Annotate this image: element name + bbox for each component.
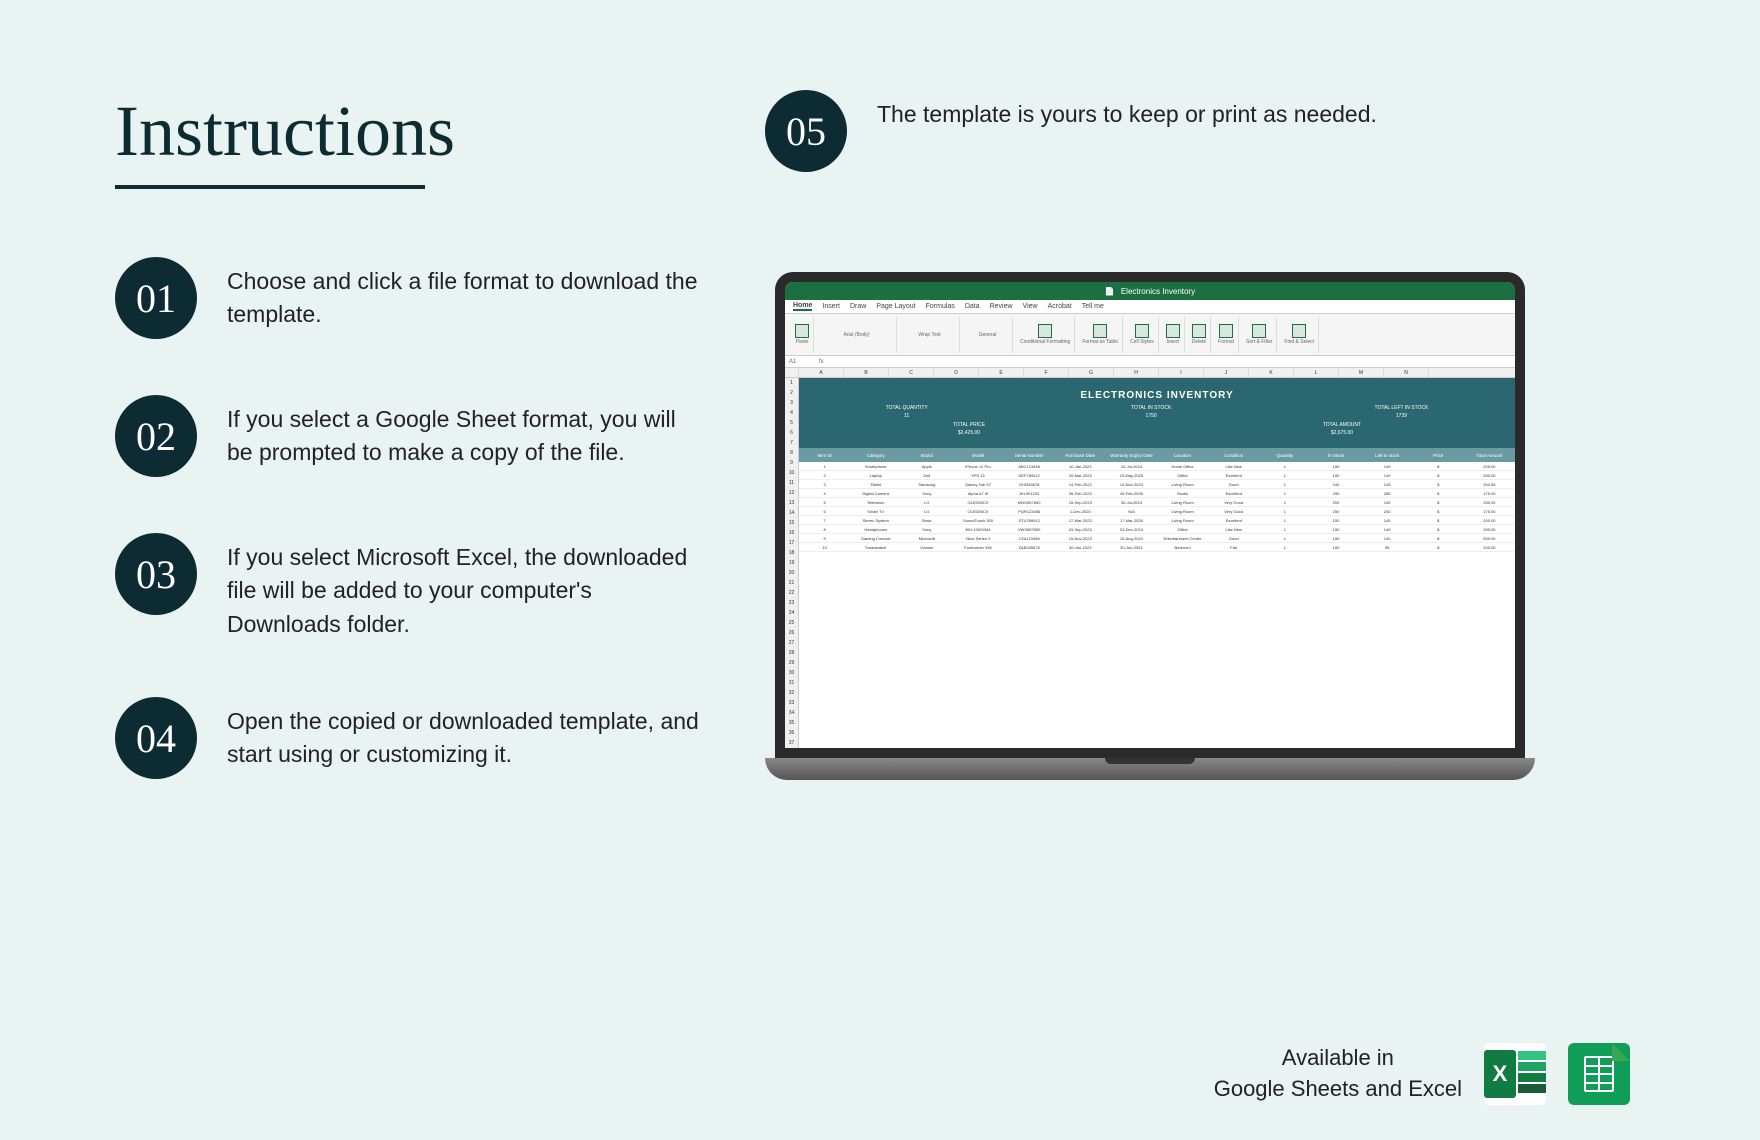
menu-data: Data bbox=[965, 303, 980, 310]
inventory-columns: Item IDCategoryBrandModelSerial NumberPu… bbox=[799, 448, 1515, 462]
menu-pagelayout: Page Layout bbox=[876, 303, 915, 310]
doc-icon: 📄 bbox=[1105, 287, 1115, 296]
formula-bar: A1fx bbox=[785, 356, 1515, 368]
menu-insert: Insert bbox=[822, 303, 840, 310]
table-row: 7Stereo SystemBoseSoundTouch 300STU78901… bbox=[799, 516, 1515, 525]
step-badge-01: 01 bbox=[115, 257, 197, 339]
column-headers: AB CD EF GH IJ KL MN bbox=[785, 368, 1515, 378]
excel-titlebar: 📄 Electronics Inventory bbox=[785, 282, 1515, 300]
table-row: 1SmartphoneAppleiPhone 12 ProABC12345610… bbox=[799, 462, 1515, 471]
inventory-body: 1SmartphoneAppleiPhone 12 ProABC12345610… bbox=[799, 462, 1515, 552]
table-row: 10SmartwatchGarminForerunner 945ZAB34567… bbox=[799, 543, 1515, 552]
step-badge-04: 04 bbox=[115, 697, 197, 779]
doc-title: Electronics Inventory bbox=[1121, 287, 1195, 296]
table-row: 8HeadphonesSonyWH-1000XM4VWX56789003-Sep… bbox=[799, 525, 1515, 534]
table-row: 6Smart TVLGOLED55CXPQR1234561-Dec-2020N/… bbox=[799, 507, 1515, 516]
title-underline bbox=[115, 185, 425, 189]
step-03: 03 If you select Microsoft Excel, the do… bbox=[115, 533, 705, 641]
menu-review: Review bbox=[990, 303, 1013, 310]
step-02: 02 If you select a Google Sheet format, … bbox=[115, 395, 705, 477]
step-text-04: Open the copied or downloaded template, … bbox=[227, 697, 705, 772]
step-text-05: The template is yours to keep or print a… bbox=[877, 90, 1377, 131]
excel-icon: X bbox=[1484, 1043, 1546, 1105]
step-text-03: If you select Microsoft Excel, the downl… bbox=[227, 533, 705, 641]
laptop-mockup: 📄 Electronics Inventory Home Insert Draw… bbox=[765, 272, 1535, 802]
step-04: 04 Open the copied or downloaded templat… bbox=[115, 697, 705, 779]
table-row: 5TelevisionLGOLED55CXMNO56789015-Sep-202… bbox=[799, 498, 1515, 507]
menu-tellme: Tell me bbox=[1082, 303, 1104, 310]
page-title: Instructions bbox=[115, 90, 705, 173]
sheets-icon bbox=[1568, 1043, 1630, 1105]
excel-ribbon: Paste Arial (Body) Wrap Text General Con… bbox=[785, 314, 1515, 356]
laptop-base bbox=[765, 758, 1535, 780]
step-badge-03: 03 bbox=[115, 533, 197, 615]
table-row: 9Gaming ConsoleMicrosoftXbox Series XYZA… bbox=[799, 534, 1515, 543]
step-05: 05 The template is yours to keep or prin… bbox=[765, 90, 1645, 172]
step-badge-02: 02 bbox=[115, 395, 197, 477]
menu-draw: Draw bbox=[850, 303, 866, 310]
menu-home: Home bbox=[793, 302, 812, 311]
step-badge-05: 05 bbox=[765, 90, 847, 172]
footer-line2: Google Sheets and Excel bbox=[1214, 1074, 1462, 1105]
excel-menu: Home Insert Draw Page Layout Formulas Da… bbox=[785, 300, 1515, 314]
row-numbers: 1234567891011121314151617181920212223242… bbox=[785, 378, 799, 748]
menu-formulas: Formulas bbox=[926, 303, 955, 310]
table-row: 4Digital CameraSonyAlpha A7 IIIJKL901234… bbox=[799, 489, 1515, 498]
excel-app: 📄 Electronics Inventory Home Insert Draw… bbox=[785, 282, 1515, 748]
step-text-01: Choose and click a file format to downlo… bbox=[227, 257, 705, 332]
table-row: 3TabletSamsungGalaxy Tab S7GHI34567814-F… bbox=[799, 480, 1515, 489]
footer-line1: Available in bbox=[1214, 1043, 1462, 1074]
step-text-02: If you select a Google Sheet format, you… bbox=[227, 395, 705, 470]
inventory-header: ELECTRONICS INVENTORY TOTAL QUANTITY11 T… bbox=[799, 378, 1515, 448]
menu-view: View bbox=[1023, 303, 1038, 310]
menu-acrobat: Acrobat bbox=[1048, 303, 1072, 310]
step-01: 01 Choose and click a file format to dow… bbox=[115, 257, 705, 339]
footer: Available in Google Sheets and Excel X bbox=[1214, 1043, 1630, 1105]
table-row: 2LaptopDellXPS 15DEF78901220-Mar-202320-… bbox=[799, 471, 1515, 480]
